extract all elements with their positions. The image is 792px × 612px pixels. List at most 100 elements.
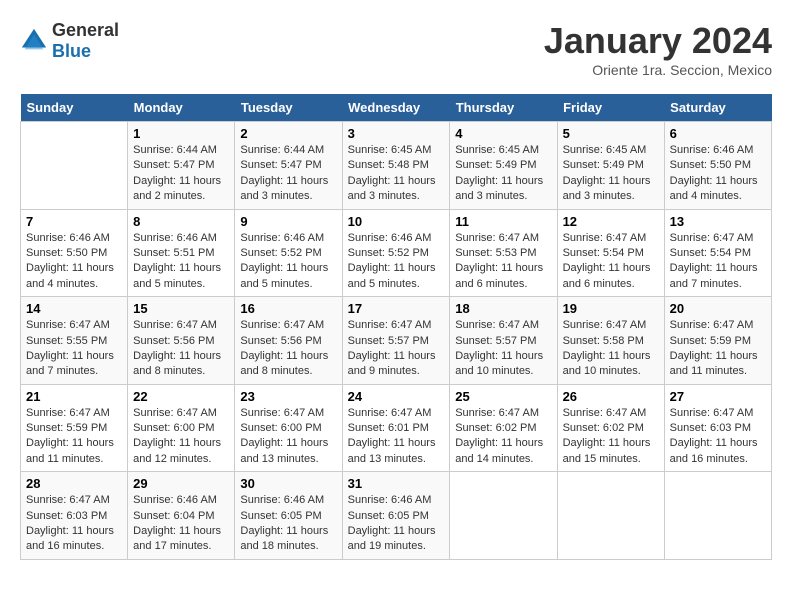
- day-number: 30: [240, 476, 336, 491]
- header-row: SundayMondayTuesdayWednesdayThursdayFrid…: [21, 94, 772, 122]
- calendar-cell: 24Sunrise: 6:47 AM Sunset: 6:01 PM Dayli…: [342, 384, 450, 472]
- day-info: Sunrise: 6:47 AM Sunset: 6:03 PM Dayligh…: [26, 493, 122, 555]
- calendar-cell: 4 Sunrise: 6:45 AM Sunset: 5:49 PM Daylig…: [450, 122, 557, 210]
- day-info: Sunrise: 6:46 AM Sunset: 5:52 PM Dayligh…: [240, 231, 336, 293]
- day-number: 25: [455, 389, 551, 404]
- day-number: 7: [26, 214, 122, 229]
- day-info: Sunrise: 6:47 AM Sunset: 5:57 PM Dayligh…: [455, 318, 551, 380]
- day-info: Sunrise: 6:46 AM Sunset: 5:52 PM Dayligh…: [348, 231, 445, 293]
- day-info: Sunrise: 6:46 AM Sunset: 5:50 PM Dayligh…: [26, 231, 122, 293]
- day-number: 18: [455, 301, 551, 316]
- calendar-cell: 31 Sunrise: 6:46 AM Sunset: 6:05 PM Dayli…: [342, 472, 450, 560]
- calendar-cell: 11 Sunrise: 6:47 AM Sunset: 5:53 PM Dayli…: [450, 209, 557, 297]
- day-info: Sunrise: 6:47 AM Sunset: 5:55 PM Dayligh…: [26, 318, 122, 380]
- calendar-cell: 29Sunrise: 6:46 AM Sunset: 6:04 PM Dayli…: [128, 472, 235, 560]
- day-number: 31: [348, 476, 445, 491]
- calendar-cell: 15 Sunrise: 6:47 AM Sunset: 5:56 PM Dayli…: [128, 297, 235, 385]
- day-info: Sunrise: 6:45 AM Sunset: 5:48 PM Dayligh…: [348, 143, 445, 205]
- calendar-cell: [664, 472, 771, 560]
- calendar-cell: 25 Sunrise: 6:47 AM Sunset: 6:02 PM Dayli…: [450, 384, 557, 472]
- calendar-header: SundayMondayTuesdayWednesdayThursdayFrid…: [21, 94, 772, 122]
- page-header: General Blue January 2024 Oriente 1ra. S…: [20, 20, 772, 78]
- day-number: 11: [455, 214, 551, 229]
- calendar-cell: [21, 122, 128, 210]
- calendar-cell: 5Sunrise: 6:45 AM Sunset: 5:49 PM Daylig…: [557, 122, 664, 210]
- logo-blue: Blue: [52, 41, 91, 61]
- day-info: Sunrise: 6:46 AM Sunset: 6:05 PM Dayligh…: [240, 493, 336, 555]
- header-day-monday: Monday: [128, 94, 235, 122]
- calendar-cell: 10 Sunrise: 6:46 AM Sunset: 5:52 PM Dayli…: [342, 209, 450, 297]
- calendar-table: SundayMondayTuesdayWednesdayThursdayFrid…: [20, 94, 772, 560]
- day-info: Sunrise: 6:47 AM Sunset: 5:58 PM Dayligh…: [563, 318, 659, 380]
- day-number: 4: [455, 126, 551, 141]
- calendar-cell: 19 Sunrise: 6:47 AM Sunset: 5:58 PM Dayli…: [557, 297, 664, 385]
- calendar-week-1: 1Sunrise: 6:44 AM Sunset: 5:47 PM Daylig…: [21, 122, 772, 210]
- day-number: 29: [133, 476, 229, 491]
- day-info: Sunrise: 6:47 AM Sunset: 5:54 PM Dayligh…: [563, 231, 659, 293]
- day-info: Sunrise: 6:46 AM Sunset: 5:50 PM Dayligh…: [670, 143, 766, 205]
- calendar-cell: 28Sunrise: 6:47 AM Sunset: 6:03 PM Dayli…: [21, 472, 128, 560]
- day-number: 23: [240, 389, 336, 404]
- header-day-saturday: Saturday: [664, 94, 771, 122]
- calendar-cell: [557, 472, 664, 560]
- calendar-week-2: 7 Sunrise: 6:46 AM Sunset: 5:50 PM Daylig…: [21, 209, 772, 297]
- day-number: 6: [670, 126, 766, 141]
- calendar-cell: 6 Sunrise: 6:46 AM Sunset: 5:50 PM Daylig…: [664, 122, 771, 210]
- calendar-cell: 9 Sunrise: 6:46 AM Sunset: 5:52 PM Daylig…: [235, 209, 342, 297]
- day-info: Sunrise: 6:47 AM Sunset: 6:00 PM Dayligh…: [133, 406, 229, 468]
- logo-text: General Blue: [52, 20, 119, 62]
- location-subtitle: Oriente 1ra. Seccion, Mexico: [544, 62, 772, 78]
- day-info: Sunrise: 6:47 AM Sunset: 6:00 PM Dayligh…: [240, 406, 336, 468]
- calendar-cell: 22Sunrise: 6:47 AM Sunset: 6:00 PM Dayli…: [128, 384, 235, 472]
- day-number: 24: [348, 389, 445, 404]
- day-number: 14: [26, 301, 122, 316]
- header-day-wednesday: Wednesday: [342, 94, 450, 122]
- day-number: 16: [240, 301, 336, 316]
- calendar-week-3: 14 Sunrise: 6:47 AM Sunset: 5:55 PM Dayli…: [21, 297, 772, 385]
- day-info: Sunrise: 6:47 AM Sunset: 6:02 PM Dayligh…: [455, 406, 551, 468]
- calendar-week-4: 21 Sunrise: 6:47 AM Sunset: 5:59 PM Dayli…: [21, 384, 772, 472]
- day-number: 21: [26, 389, 122, 404]
- calendar-cell: 3 Sunrise: 6:45 AM Sunset: 5:48 PM Daylig…: [342, 122, 450, 210]
- logo-icon: [20, 27, 48, 55]
- calendar-body: 1Sunrise: 6:44 AM Sunset: 5:47 PM Daylig…: [21, 122, 772, 560]
- calendar-week-5: 28Sunrise: 6:47 AM Sunset: 6:03 PM Dayli…: [21, 472, 772, 560]
- day-info: Sunrise: 6:47 AM Sunset: 5:54 PM Dayligh…: [670, 231, 766, 293]
- day-number: 2: [240, 126, 336, 141]
- day-info: Sunrise: 6:47 AM Sunset: 5:57 PM Dayligh…: [348, 318, 445, 380]
- day-number: 5: [563, 126, 659, 141]
- day-number: 10: [348, 214, 445, 229]
- day-info: Sunrise: 6:47 AM Sunset: 5:56 PM Dayligh…: [133, 318, 229, 380]
- calendar-cell: 12 Sunrise: 6:47 AM Sunset: 5:54 PM Dayli…: [557, 209, 664, 297]
- day-number: 19: [563, 301, 659, 316]
- calendar-cell: 21 Sunrise: 6:47 AM Sunset: 5:59 PM Dayli…: [21, 384, 128, 472]
- calendar-cell: 7 Sunrise: 6:46 AM Sunset: 5:50 PM Daylig…: [21, 209, 128, 297]
- calendar-cell: [450, 472, 557, 560]
- day-info: Sunrise: 6:45 AM Sunset: 5:49 PM Dayligh…: [455, 143, 551, 205]
- day-number: 8: [133, 214, 229, 229]
- day-number: 1: [133, 126, 229, 141]
- calendar-cell: 26Sunrise: 6:47 AM Sunset: 6:02 PM Dayli…: [557, 384, 664, 472]
- header-day-thursday: Thursday: [450, 94, 557, 122]
- day-info: Sunrise: 6:47 AM Sunset: 5:59 PM Dayligh…: [670, 318, 766, 380]
- calendar-cell: 30 Sunrise: 6:46 AM Sunset: 6:05 PM Dayli…: [235, 472, 342, 560]
- header-day-tuesday: Tuesday: [235, 94, 342, 122]
- calendar-cell: 14 Sunrise: 6:47 AM Sunset: 5:55 PM Dayli…: [21, 297, 128, 385]
- day-info: Sunrise: 6:46 AM Sunset: 5:51 PM Dayligh…: [133, 231, 229, 293]
- calendar-cell: 16Sunrise: 6:47 AM Sunset: 5:56 PM Dayli…: [235, 297, 342, 385]
- day-number: 9: [240, 214, 336, 229]
- calendar-cell: 27Sunrise: 6:47 AM Sunset: 6:03 PM Dayli…: [664, 384, 771, 472]
- day-number: 12: [563, 214, 659, 229]
- calendar-cell: 8 Sunrise: 6:46 AM Sunset: 5:51 PM Daylig…: [128, 209, 235, 297]
- logo: General Blue: [20, 20, 119, 62]
- calendar-cell: 17Sunrise: 6:47 AM Sunset: 5:57 PM Dayli…: [342, 297, 450, 385]
- day-info: Sunrise: 6:47 AM Sunset: 5:59 PM Dayligh…: [26, 406, 122, 468]
- calendar-cell: 13Sunrise: 6:47 AM Sunset: 5:54 PM Dayli…: [664, 209, 771, 297]
- day-info: Sunrise: 6:46 AM Sunset: 6:05 PM Dayligh…: [348, 493, 445, 555]
- day-info: Sunrise: 6:47 AM Sunset: 6:02 PM Dayligh…: [563, 406, 659, 468]
- day-number: 15: [133, 301, 229, 316]
- day-info: Sunrise: 6:47 AM Sunset: 5:53 PM Dayligh…: [455, 231, 551, 293]
- day-number: 3: [348, 126, 445, 141]
- calendar-cell: 20Sunrise: 6:47 AM Sunset: 5:59 PM Dayli…: [664, 297, 771, 385]
- header-day-friday: Friday: [557, 94, 664, 122]
